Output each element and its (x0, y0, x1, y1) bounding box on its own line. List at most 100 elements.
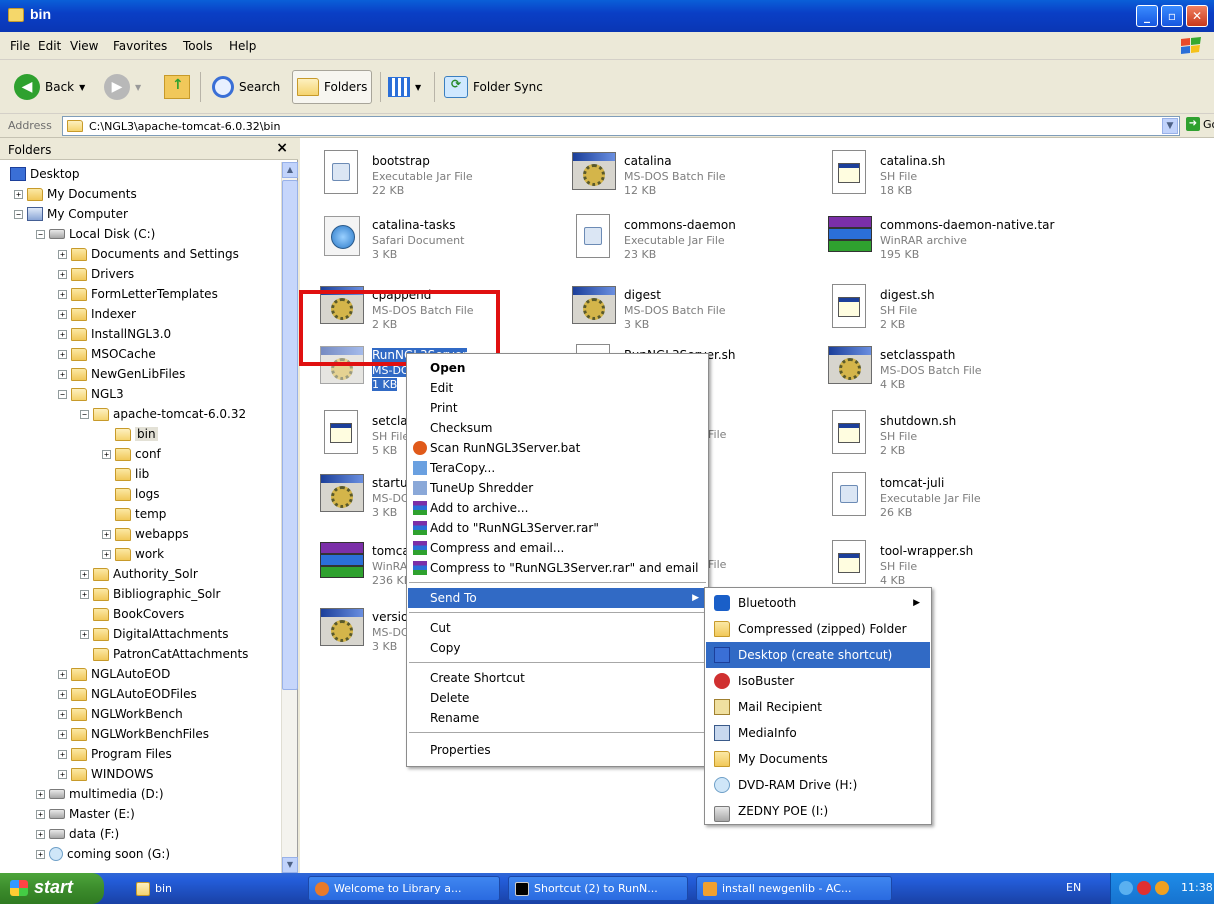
tree-item-folder[interactable]: + FormLetterTemplates (58, 284, 218, 304)
tree-item-folder[interactable]: PatronCatAttachments (80, 644, 248, 664)
expand-icon[interactable]: + (58, 729, 67, 739)
tree-item-folder[interactable]: + conf (102, 444, 161, 464)
menu-item-create-shortcut[interactable]: Create Shortcut (408, 668, 707, 688)
file-item[interactable]: shutdown.sh SH File 2 KB (816, 404, 1066, 464)
menu-item-print[interactable]: Print (408, 398, 707, 418)
search-button[interactable]: Search (208, 70, 284, 104)
tree-item-folder[interactable]: lib (102, 464, 149, 484)
close-pane-button[interactable]: × (276, 140, 288, 156)
security-icon[interactable] (1137, 881, 1151, 895)
expand-icon[interactable]: + (80, 589, 89, 599)
tree-item-my-documents[interactable]: + My Documents (14, 184, 137, 204)
menu-item-copy[interactable]: Copy (408, 638, 707, 658)
expand-icon[interactable]: + (36, 809, 45, 819)
tray-app-icon[interactable] (1155, 881, 1169, 895)
expand-icon[interactable]: + (58, 289, 67, 299)
send-to-dvd-ram[interactable]: DVD-RAM Drive (H:) (706, 772, 930, 798)
tree-item-my-computer[interactable]: − My Computer (14, 204, 128, 224)
views-button[interactable]: ▼ (384, 70, 425, 104)
menu-item-cut[interactable]: Cut (408, 618, 707, 638)
menu-item-send-to[interactable]: Send To ▶ (408, 588, 707, 608)
expand-icon[interactable]: + (58, 369, 67, 379)
folders-scrollbar[interactable]: ▲ ▼ (281, 162, 298, 873)
menu-item-edit[interactable]: Edit (408, 378, 707, 398)
taskbar-item-install[interactable]: install newgenlib - AC... (696, 876, 892, 901)
menu-item-tuneup-shredder[interactable]: TuneUp Shredder (408, 478, 707, 498)
tree-item-drive[interactable]: + coming soon (G:) (36, 844, 170, 864)
go-button[interactable]: ➜ Go (1186, 117, 1214, 131)
menu-item-delete[interactable]: Delete (408, 688, 707, 708)
tree-item-drive[interactable]: + data (F:) (36, 824, 119, 844)
tree-item-folder[interactable]: + MSOCache (58, 344, 156, 364)
menu-tools[interactable]: Tools (183, 39, 213, 53)
scroll-thumb[interactable] (282, 180, 298, 690)
tree-item-folder[interactable]: + NGLAutoEOD (58, 664, 170, 684)
forward-button[interactable]: ▶ ▼ (100, 70, 145, 104)
back-button[interactable]: ◀ Back ▼ (10, 70, 89, 104)
expand-icon[interactable]: + (58, 669, 67, 679)
taskbar-item-browser[interactable]: Welcome to Library a... (308, 876, 500, 901)
menu-item-properties[interactable]: Properties (408, 740, 707, 760)
tree-item-folder[interactable]: + Drivers (58, 264, 134, 284)
file-item[interactable]: tool-wrapper.sh SH File 4 KB (816, 534, 1066, 594)
expand-icon[interactable]: + (58, 269, 67, 279)
collapse-icon[interactable]: − (14, 209, 23, 219)
scroll-up-button[interactable]: ▲ (282, 162, 298, 178)
send-to-isobuster[interactable]: IsoBuster (706, 668, 930, 694)
expand-icon[interactable]: + (58, 709, 67, 719)
expand-icon[interactable]: + (58, 329, 67, 339)
tree-item-folder[interactable]: temp (102, 504, 166, 524)
expand-icon[interactable]: + (14, 189, 23, 199)
menu-item-compress-to-rar-email[interactable]: Compress to "RunNGL3Server.rar" and emai… (408, 558, 707, 578)
expand-icon[interactable]: + (58, 249, 67, 259)
tree-item-folder[interactable]: + Authority_Solr (80, 564, 198, 584)
file-item[interactable]: digest.sh SH File 2 KB (816, 278, 1066, 338)
send-to-mediainfo[interactable]: MediaInfo (706, 720, 930, 746)
file-item[interactable]: catalina MS-DOS Batch File 12 KB (560, 144, 810, 204)
folder-sync-button[interactable]: ⟳ Folder Sync (440, 70, 547, 104)
send-to-zedny-poe[interactable]: ZEDNY POE (I:) (706, 798, 930, 824)
menu-view[interactable]: View (70, 39, 98, 53)
taskbar-item-bin[interactable]: bin (130, 876, 300, 901)
collapse-icon[interactable]: − (58, 389, 67, 399)
file-item[interactable]: catalina-tasks Safari Document 3 KB (308, 208, 558, 268)
tree-item-ngl3[interactable]: − NGL3 (58, 384, 124, 404)
menu-item-compress-email[interactable]: Compress and email... (408, 538, 707, 558)
tree-item-folder[interactable]: BookCovers (80, 604, 184, 624)
tree-item-folder[interactable]: + WINDOWS (58, 764, 154, 784)
start-button[interactable]: start (0, 873, 104, 904)
file-item[interactable]: tomcat-juli Executable Jar File 26 KB (816, 466, 1066, 526)
tree-item-folder[interactable]: + Bibliographic_Solr (80, 584, 220, 604)
file-item[interactable]: commons-daemon-native.tar WinRAR archive… (816, 208, 1066, 268)
maximize-button[interactable]: ▫ (1161, 5, 1183, 27)
minimize-button[interactable]: _ (1136, 5, 1158, 27)
folders-button[interactable]: Folders (292, 70, 373, 104)
tree-item-folder[interactable]: + Program Files (58, 744, 172, 764)
expand-icon[interactable]: + (36, 829, 45, 839)
up-folder-button[interactable]: ↑ (160, 70, 194, 104)
language-indicator[interactable]: EN (1066, 881, 1081, 894)
network-icon[interactable] (1119, 881, 1133, 895)
tree-item-apache-tomcat[interactable]: − apache-tomcat-6.0.32 (80, 404, 246, 424)
file-item[interactable]: digest MS-DOS Batch File 3 KB (560, 278, 810, 338)
menu-help[interactable]: Help (229, 39, 256, 53)
tree-item-bin[interactable]: bin (102, 424, 158, 444)
tree-item-folder[interactable]: + webapps (102, 524, 189, 544)
tree-item-folder[interactable]: + InstallNGL3.0 (58, 324, 171, 344)
menu-edit[interactable]: Edit (38, 39, 61, 53)
expand-icon[interactable]: + (102, 529, 111, 539)
expand-icon[interactable]: + (58, 689, 67, 699)
close-button[interactable]: ✕ (1186, 5, 1208, 27)
address-dropdown-button[interactable]: ▼ (1162, 118, 1178, 134)
menu-item-rename[interactable]: Rename (408, 708, 707, 728)
expand-icon[interactable]: + (58, 749, 67, 759)
tree-item-folder[interactable]: + DigitalAttachments (80, 624, 229, 644)
file-item[interactable]: commons-daemon Executable Jar File 23 KB (560, 208, 810, 268)
menu-favorites[interactable]: Favorites (113, 39, 167, 53)
expand-icon[interactable]: + (102, 449, 111, 459)
tree-item-folder[interactable]: + Indexer (58, 304, 136, 324)
scroll-down-button[interactable]: ▼ (282, 857, 298, 873)
expand-icon[interactable]: + (36, 849, 45, 859)
collapse-icon[interactable]: − (80, 409, 89, 419)
tree-item-folder[interactable]: + NGLWorkBench (58, 704, 183, 724)
